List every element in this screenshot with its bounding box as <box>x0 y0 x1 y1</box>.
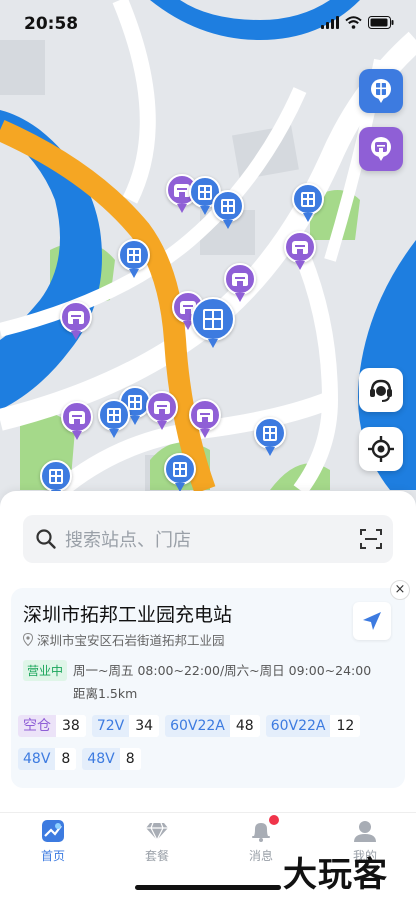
navigation-arrow-icon <box>363 612 381 630</box>
slot-type: 60V22A <box>265 715 331 737</box>
charging-station-icon <box>371 79 391 103</box>
store-pin[interactable] <box>189 399 221 438</box>
tab-label: 首页 <box>40 849 65 863</box>
slot-chip: 60V22A 48 <box>165 715 260 737</box>
tab-package[interactable]: 套餐 <box>127 819 187 864</box>
locate-me-button[interactable] <box>359 427 403 471</box>
status-badge: 营业中 <box>23 660 68 681</box>
slot-row: 48V 8 48V 8 <box>18 748 141 770</box>
slot-count: 48 <box>229 715 260 737</box>
home-map-icon <box>41 819 65 843</box>
watermark-text: 大玩客 <box>283 855 388 895</box>
home-indicator[interactable] <box>135 885 281 890</box>
diamond-icon <box>145 819 169 843</box>
charging-station-icon <box>128 394 142 410</box>
slot-count: 8 <box>119 748 141 770</box>
store-icon <box>371 137 391 161</box>
battery-icon <box>368 16 394 29</box>
headset-icon <box>370 379 392 402</box>
navigate-button[interactable] <box>353 602 391 640</box>
slot-count: 34 <box>129 715 160 737</box>
store-icon <box>69 410 85 424</box>
tab-label: 套餐 <box>144 849 169 863</box>
slot-chip: 72V 34 <box>91 715 160 737</box>
charging-station-icon <box>107 407 121 423</box>
station-pin[interactable] <box>40 460 72 499</box>
slot-type: 60V22A <box>165 715 230 737</box>
status-icons <box>321 16 394 29</box>
location-pin-icon <box>23 633 33 646</box>
store-icon <box>292 240 308 254</box>
station-pin[interactable] <box>292 183 324 222</box>
search-icon <box>36 529 56 549</box>
customer-service-button[interactable] <box>359 368 403 412</box>
status-bar: 20:58 <box>0 0 416 48</box>
slot-type: 48V <box>82 748 120 770</box>
distance: 距离1.5km <box>73 686 138 701</box>
slot-count: 38 <box>56 715 86 737</box>
charging-station-icon <box>221 198 235 214</box>
slot-type: 48V <box>18 748 56 770</box>
notification-badge <box>269 815 279 825</box>
user-icon <box>353 819 377 843</box>
slot-chip: 空仓 38 <box>18 715 86 737</box>
station-name: 深圳市拓邦工业园充电站 <box>23 604 233 626</box>
station-pin[interactable] <box>98 399 130 438</box>
cellular-signal-icon <box>321 16 339 29</box>
tab-messages[interactable]: 消息 <box>231 815 291 864</box>
station-address: 深圳市宝安区石岩街道拓邦工业园 <box>37 633 225 648</box>
selected-station-pin[interactable] <box>191 297 235 348</box>
store-icon <box>68 310 84 324</box>
search-bar[interactable]: 搜索站点、门店 <box>23 515 393 563</box>
wifi-icon <box>345 16 362 29</box>
charging-station-icon <box>127 247 141 263</box>
store-icon <box>174 183 190 197</box>
tab-label: 消息 <box>248 849 273 863</box>
store-pin[interactable] <box>61 401 93 440</box>
slot-chip: 48V 8 <box>18 748 77 770</box>
slot-count: 8 <box>55 748 77 770</box>
station-filter-button[interactable] <box>359 69 403 113</box>
slot-type: 空仓 <box>18 715 56 737</box>
charging-station-icon <box>49 468 63 484</box>
store-icon <box>232 272 248 286</box>
station-pin[interactable] <box>254 417 286 456</box>
store-pin[interactable] <box>60 301 92 340</box>
charging-station-icon <box>203 308 223 330</box>
slot-row: 空仓 38 72V 34 60V22A 48 60V22A 12 <box>18 715 361 737</box>
station-pin[interactable] <box>118 239 150 278</box>
scan-icon[interactable] <box>359 527 383 551</box>
station-address-row: 深圳市宝安区石岩街道拓邦工业园 <box>23 630 225 649</box>
store-icon <box>197 408 213 422</box>
opening-hours: 周一~周五 08:00~22:00/周六~周日 09:00~24:00 <box>73 663 372 678</box>
station-pin[interactable] <box>164 453 196 492</box>
store-filter-button[interactable] <box>359 127 403 171</box>
slot-chip: 48V 8 <box>82 748 141 770</box>
close-button[interactable]: × <box>390 580 410 600</box>
store-icon <box>154 400 170 414</box>
search-placeholder: 搜索站点、门店 <box>65 530 191 551</box>
slot-type: 72V <box>91 715 130 737</box>
slot-count: 12 <box>330 715 361 737</box>
charging-station-icon <box>263 425 277 441</box>
charging-station-icon <box>173 461 187 477</box>
store-pin[interactable] <box>146 391 178 430</box>
station-pin[interactable] <box>212 190 244 229</box>
bell-icon <box>249 815 279 843</box>
charging-station-icon <box>198 184 212 200</box>
status-time: 20:58 <box>24 14 79 34</box>
locate-icon <box>368 436 394 462</box>
charging-station-icon <box>301 191 315 207</box>
tab-home[interactable]: 首页 <box>23 819 83 864</box>
store-pin[interactable] <box>284 231 316 270</box>
slot-chip: 60V22A 12 <box>265 715 361 737</box>
station-card[interactable]: × 深圳市拓邦工业园充电站 深圳市宝安区石岩街道拓邦工业园 营业中 周一~周五 … <box>11 580 410 788</box>
store-pin[interactable] <box>224 263 256 302</box>
